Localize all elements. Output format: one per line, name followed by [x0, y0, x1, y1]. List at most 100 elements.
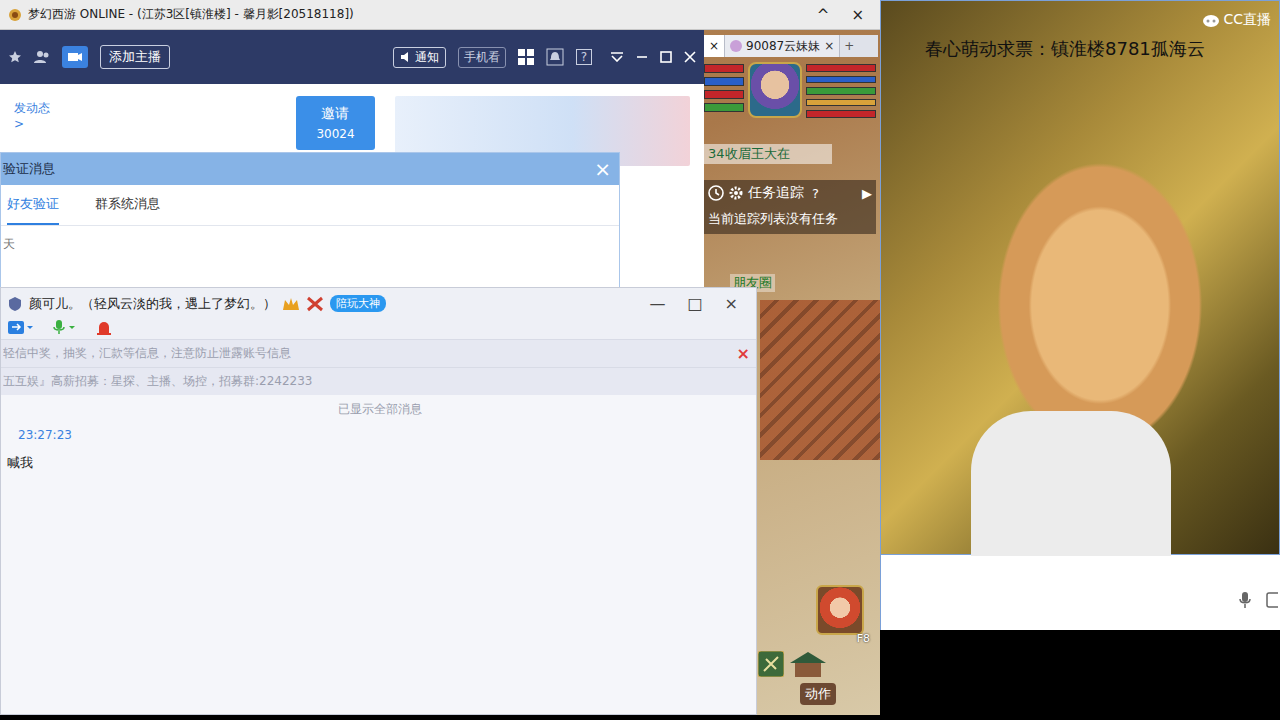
- tracker-title: 任务追踪: [748, 184, 804, 202]
- stat-bar: [704, 64, 744, 73]
- alarm-icon[interactable]: [95, 319, 113, 335]
- message-text: 喊我: [3, 454, 756, 472]
- chat-title-row: 颜可儿。（轻风云淡的我，遇上了梦幻。）陪玩大神—□×: [21, 294, 746, 313]
- maximize-button[interactable]: □: [679, 294, 710, 313]
- hotkey-icons: [758, 649, 878, 679]
- hotkey-label: F8: [857, 632, 870, 645]
- hotkey-bar: F8 动作: [758, 632, 878, 712]
- stream-overlay-text: 春心萌动求票：镇淮楼8781孤海云: [925, 37, 1205, 61]
- cc-logo-text: CC直播: [1223, 11, 1271, 29]
- game-title-bar: 梦幻西游 ONLINE - (江苏3区[镇淮楼] - 馨月影[20518118]…: [0, 0, 880, 30]
- verify-dialog: 验证消息×好友验证群系统消息天: [0, 152, 620, 288]
- minimize-button[interactable]: —: [641, 294, 673, 313]
- bell-icon[interactable]: [546, 48, 564, 66]
- screenshot-icon[interactable]: [1266, 591, 1278, 609]
- notify-label: 通知: [415, 49, 439, 66]
- skill-icon[interactable]: [758, 651, 784, 677]
- shirt-block: [971, 411, 1171, 556]
- notice-text: 轻信中奖，抽奖，汇款等信息，注意防止泄露账号信息: [3, 345, 737, 362]
- chat-toolbar: [7, 319, 746, 335]
- verify-tab[interactable]: 好友验证: [7, 185, 59, 225]
- tracker-help-button[interactable]: ?: [812, 186, 819, 201]
- tab-label: ×: [709, 39, 719, 53]
- microphone-icon[interactable]: [51, 319, 77, 335]
- camera-video: 春心萌动求票：镇淮楼8781孤海云 CC直播: [880, 0, 1280, 555]
- microphone-icon[interactable]: [1238, 591, 1252, 609]
- notice-close-button[interactable]: ×: [737, 344, 750, 363]
- history-note: 已显示全部消息: [3, 401, 756, 418]
- tab-label: 90087云妹妹: [746, 38, 820, 55]
- notice-text: 五互娱』高薪招募：星探、主播、场控，招募群:2242233: [3, 373, 750, 390]
- message: 23:27:23 喊我: [3, 428, 756, 472]
- browser-tab[interactable]: 90087云妹妹 ×: [725, 35, 840, 57]
- add-streamer-button[interactable]: 添加主播: [100, 45, 170, 69]
- verify-title: 验证消息: [3, 160, 594, 178]
- left-bars: [704, 62, 744, 118]
- message-time: 23:27:23: [3, 428, 756, 442]
- chat-header: 颜可儿。（轻风云淡的我，遇上了梦幻。）陪玩大神—□×: [1, 288, 756, 339]
- minimize-icon[interactable]: [636, 51, 648, 63]
- status-bars: [704, 62, 876, 118]
- mobile-button[interactable]: 手机看: [458, 47, 506, 68]
- stat-bar: [704, 90, 744, 99]
- stat-bar: [704, 77, 744, 86]
- roof-tiles: [760, 300, 880, 460]
- date-label: 天: [1, 226, 619, 263]
- task-tracker: 任务追踪? ▶ 当前追踪列表没有任务: [704, 180, 876, 234]
- tracker-toggle-button[interactable]: ▶: [862, 186, 872, 201]
- star-icon[interactable]: [8, 50, 22, 64]
- tab-close-button[interactable]: ×: [824, 39, 834, 53]
- right-bars: [806, 62, 876, 118]
- new-tab-button[interactable]: +: [840, 35, 858, 57]
- close-icon[interactable]: [684, 51, 696, 63]
- level-icon: [7, 296, 23, 312]
- cc-toolbar: 添加主播 通知 手机看?: [0, 30, 704, 84]
- verify-tab[interactable]: 群系统消息: [95, 185, 160, 225]
- cc-logo-icon: [1202, 13, 1220, 27]
- stat-bar: [806, 76, 876, 84]
- help-button[interactable]: ?: [576, 49, 592, 65]
- game-logo-icon: [8, 8, 22, 22]
- portrait: [748, 62, 802, 118]
- people-icon[interactable]: [34, 50, 50, 64]
- stat-bar: [806, 87, 876, 95]
- chat-window: 颜可儿。（轻风云淡的我，遇上了梦幻。）陪玩大神—□×轻信中奖，抽奖，汇款等信息，…: [0, 287, 757, 715]
- crown-badge-icon: [282, 296, 300, 312]
- dropdown-icon[interactable]: [610, 52, 624, 62]
- sword-badge-icon: [306, 296, 324, 312]
- notice-row: 轻信中奖，抽奖，汇款等信息，注意防止泄露账号信息×: [1, 339, 756, 367]
- speaker-icon: [400, 51, 412, 63]
- notify-button[interactable]: 通知: [393, 47, 446, 68]
- minimize-button[interactable]: ^: [809, 6, 838, 24]
- grid-icon[interactable]: [518, 49, 534, 65]
- close-button[interactable]: ×: [843, 6, 872, 24]
- verify-close-button[interactable]: ×: [594, 157, 611, 181]
- tracker-empty: 当前追踪列表没有任务: [708, 210, 872, 228]
- gear-icon[interactable]: [728, 185, 744, 201]
- invite-button[interactable]: 邀请 30024: [296, 96, 375, 150]
- message-list: 已显示全部消息 23:27:23 喊我: [1, 395, 756, 714]
- house-icon[interactable]: [788, 649, 828, 679]
- stat-bar: [806, 99, 876, 107]
- verify-title-bar: 验证消息×: [1, 153, 619, 185]
- avatar-icon: [730, 40, 742, 52]
- close-button[interactable]: ×: [717, 294, 746, 313]
- file-transfer-icon[interactable]: [7, 319, 33, 335]
- action-button[interactable]: 动作: [800, 683, 836, 705]
- tracker-header: 任务追踪? ▶: [708, 184, 872, 202]
- maximize-icon[interactable]: [660, 51, 672, 63]
- cc-logo: CC直播: [1202, 11, 1271, 29]
- stat-bar: [704, 103, 744, 112]
- verify-tabs: 好友验证群系统消息: [1, 185, 619, 226]
- pet-portrait[interactable]: [816, 585, 864, 635]
- invite-label: 邀请: [321, 105, 349, 123]
- stream-input-area[interactable]: [880, 555, 1280, 630]
- stream-panel: 春心萌动求票：镇淮楼8781孤海云 CC直播: [880, 0, 1280, 630]
- browser-tab-strip: × 90087云妹妹 × +: [704, 35, 878, 57]
- browser-tab[interactable]: ×: [704, 35, 725, 57]
- stat-bar: [806, 110, 876, 118]
- npc-label: 34收眉王大在: [704, 144, 832, 164]
- camera-icon[interactable]: [62, 46, 88, 68]
- invite-count: 30024: [316, 127, 354, 141]
- stat-bar: [806, 64, 876, 72]
